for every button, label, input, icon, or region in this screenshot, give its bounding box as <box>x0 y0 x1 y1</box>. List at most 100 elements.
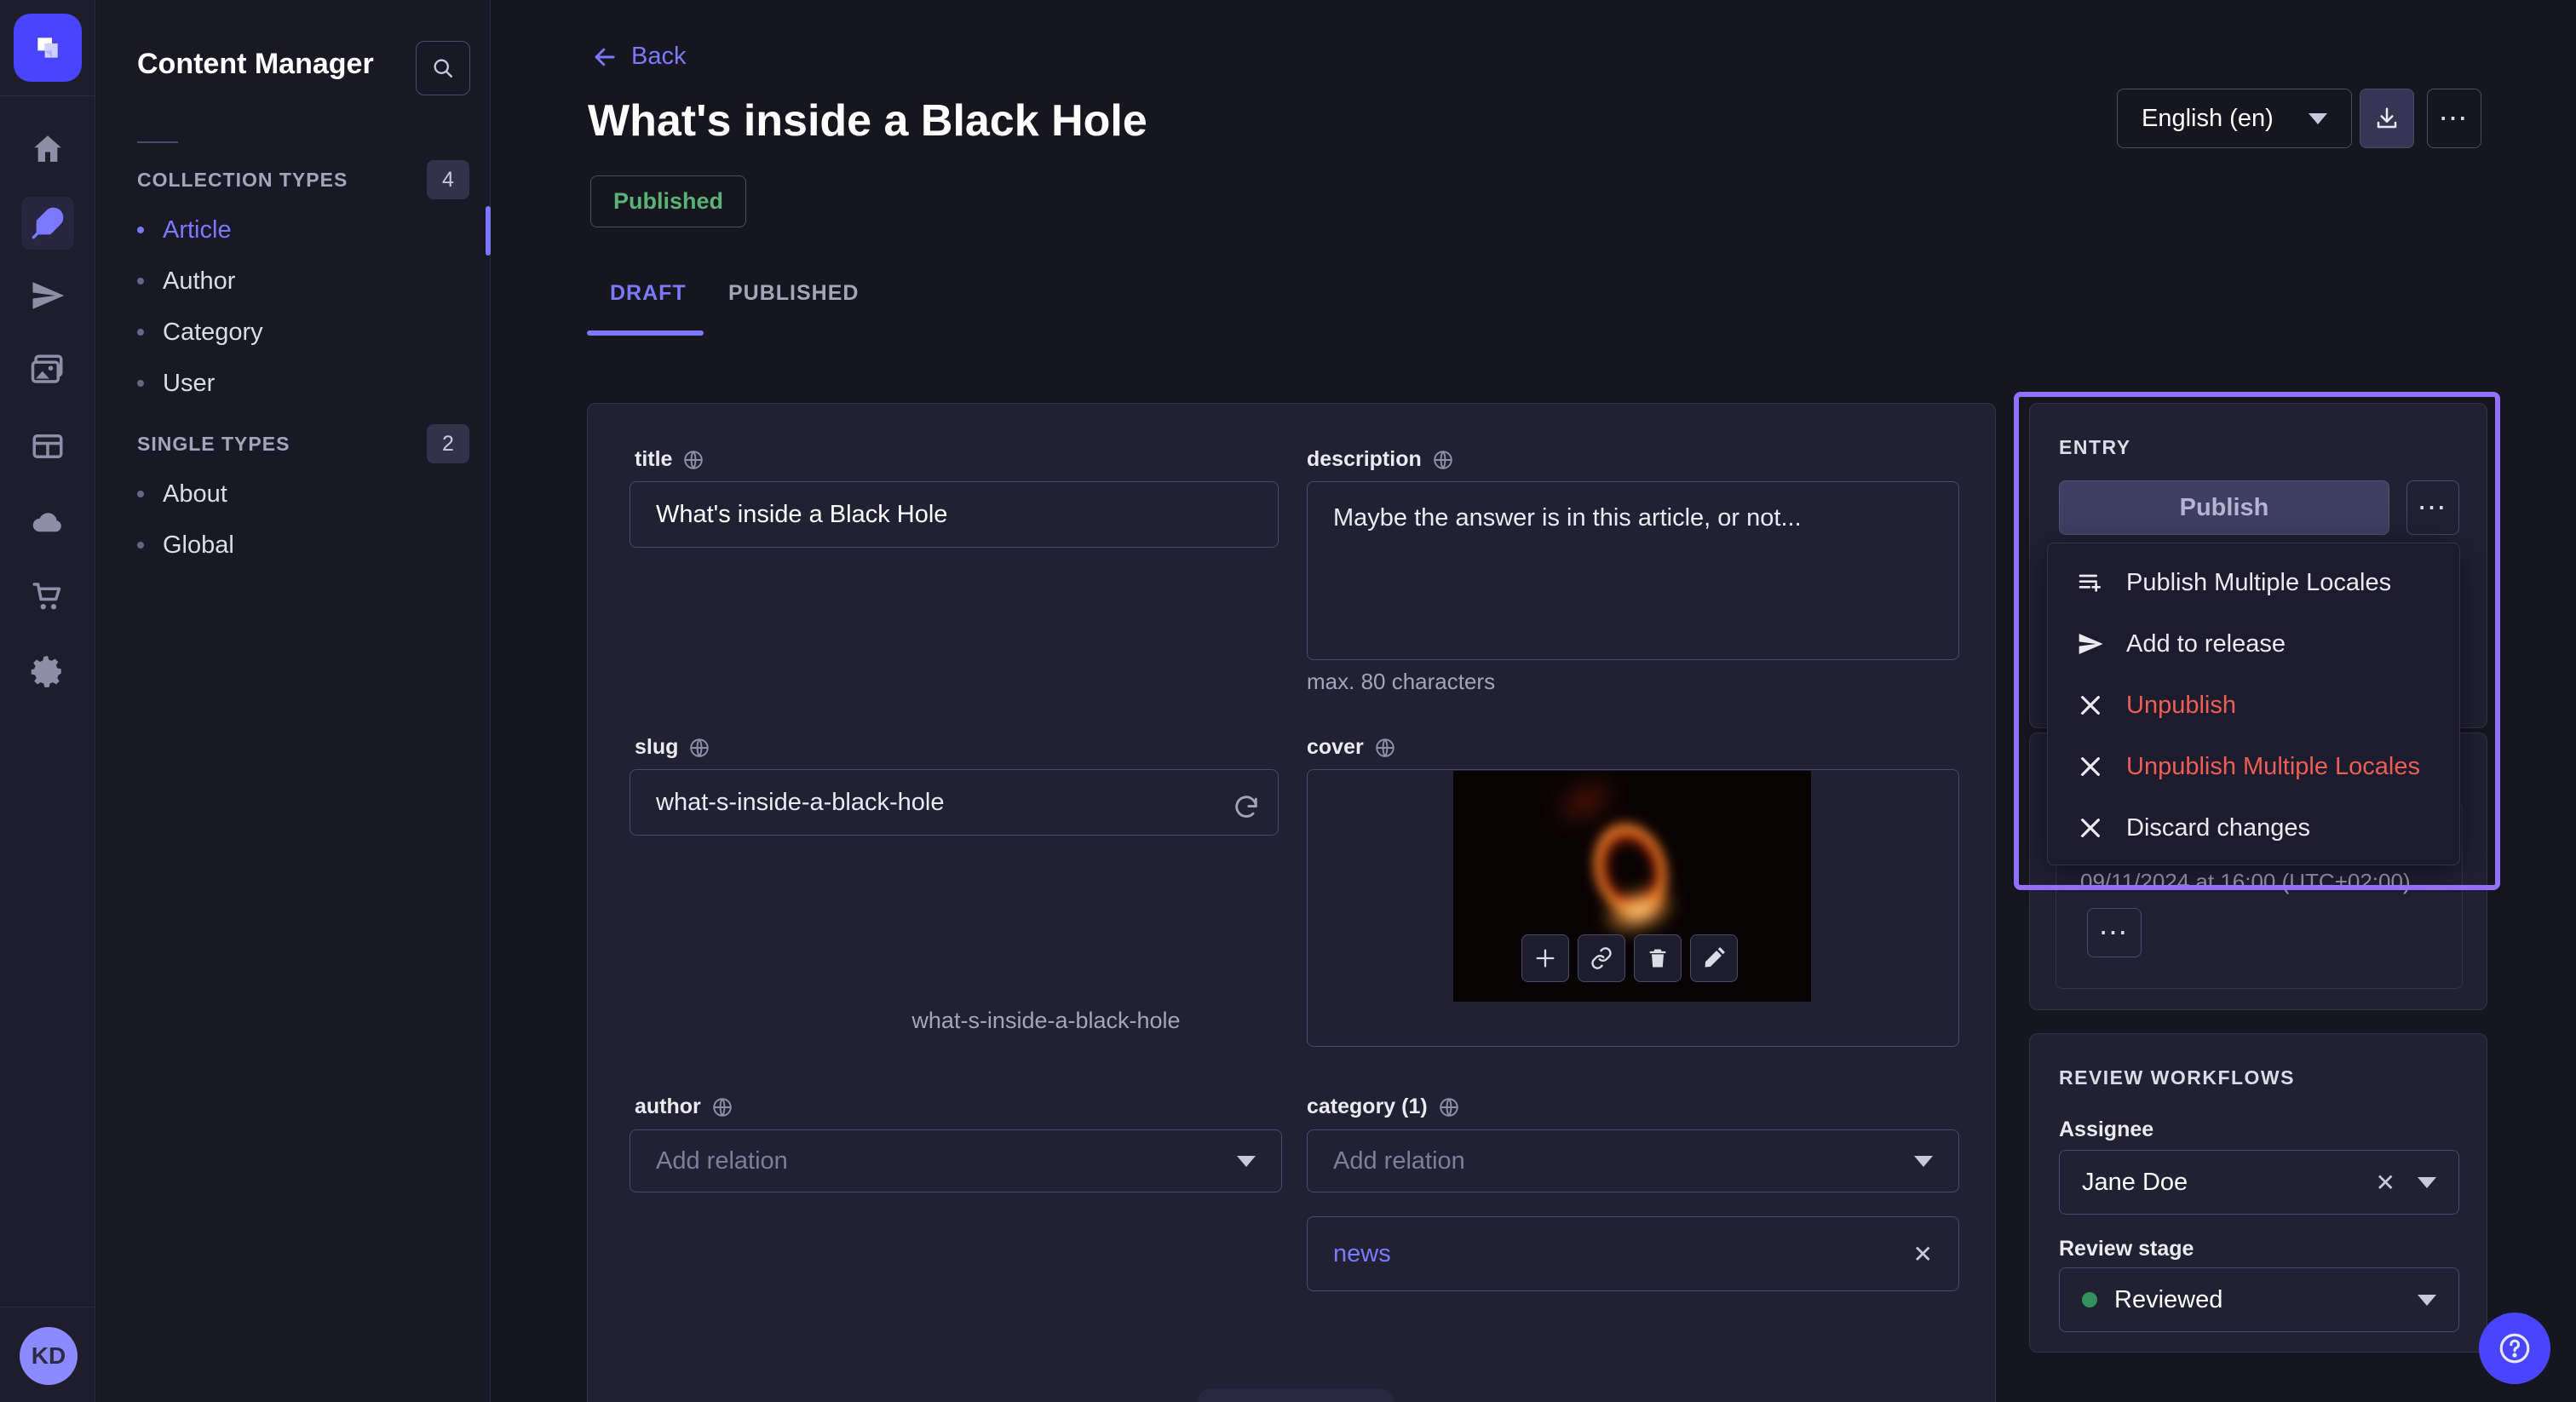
globe-icon <box>711 1096 733 1118</box>
chevron-down-icon <box>1914 1156 1933 1167</box>
publish-options-menu: Publish Multiple Locales Add to release … <box>2047 543 2460 865</box>
author-relation-select[interactable]: Add relation <box>630 1129 1282 1192</box>
review-stage-label: Review stage <box>2059 1237 2194 1261</box>
review-workflows-panel: REVIEW WORKFLOWS Assignee Jane Doe ✕ Rev… <box>2029 1033 2487 1353</box>
label-text: cover <box>1307 735 1364 760</box>
assignee-label: Assignee <box>2059 1118 2153 1142</box>
scheduled-more-button[interactable]: ⋯ <box>2087 908 2142 957</box>
regenerate-slug-icon[interactable] <box>1222 784 1270 831</box>
review-stage-combobox[interactable]: Reviewed <box>2059 1267 2459 1332</box>
menu-item-label: Unpublish <box>2126 692 2236 720</box>
sidebar-item-label: Author <box>163 267 235 296</box>
collection-types-count-badge: 4 <box>427 160 469 199</box>
subnav-title: Content Manager <box>137 48 374 81</box>
entry-more-button[interactable]: ⋯ <box>2406 480 2459 535</box>
assignee-combobox[interactable]: Jane Doe ✕ <box>2059 1150 2459 1215</box>
trash-icon <box>1646 946 1670 970</box>
sidebar-item-article[interactable]: Article <box>137 206 461 254</box>
link-icon <box>1590 946 1613 970</box>
label-text: slug <box>635 735 678 760</box>
home-icon[interactable] <box>0 122 95 176</box>
bullet-icon <box>137 227 144 233</box>
menu-item-unpublish-multiple-locales[interactable]: Unpublish Multiple Locales <box>2048 736 2461 797</box>
sidebar-item-label: User <box>163 370 215 398</box>
category-relation-item: news ✕ <box>1307 1216 1959 1291</box>
subnav-divider <box>137 141 178 143</box>
relation-link-news[interactable]: news <box>1333 1240 1391 1268</box>
add-asset-button[interactable] <box>1521 934 1569 982</box>
page-title: What's inside a Black Hole <box>588 95 1147 147</box>
title-input[interactable] <box>630 481 1279 548</box>
arrow-left-icon <box>592 44 618 70</box>
content-manager-feather-icon[interactable] <box>21 197 74 250</box>
locale-select[interactable]: English (en) <box>2117 89 2352 148</box>
section-single-types-label: SINGLE TYPES <box>137 433 290 456</box>
x-icon <box>2077 692 2104 719</box>
content-type-builder-icon[interactable] <box>0 419 95 474</box>
sidebar-item-category[interactable]: Category <box>137 308 461 356</box>
label-text: author <box>635 1095 701 1119</box>
sidebar-item-about[interactable]: About <box>137 470 461 518</box>
menu-item-unpublish[interactable]: Unpublish <box>2048 675 2461 736</box>
globe-icon <box>1374 737 1396 759</box>
category-relation-select[interactable]: Add relation <box>1307 1129 1959 1192</box>
relation-placeholder: Add relation <box>1333 1147 1465 1175</box>
edit-asset-button[interactable] <box>1690 934 1738 982</box>
label-text: title <box>635 447 672 472</box>
menu-item-publish-multiple-locales[interactable]: Publish Multiple Locales <box>2048 552 2461 613</box>
search-button[interactable] <box>416 41 470 95</box>
bullet-icon <box>137 380 144 387</box>
media-library-icon[interactable] <box>0 342 95 397</box>
strapi-content-manager-screen: KD Content Manager COLLECTION TYPES 4 Ar… <box>0 0 2576 1402</box>
chevron-down-icon <box>2418 1177 2436 1188</box>
remove-relation-icon[interactable]: ✕ <box>1913 1240 1933 1268</box>
author-field-label: author <box>635 1095 733 1119</box>
chevron-down-icon <box>2309 113 2327 124</box>
menu-item-add-to-release[interactable]: Add to release <box>2048 613 2461 675</box>
back-label: Back <box>631 43 686 71</box>
content-manager-subnav: Content Manager COLLECTION TYPES 4 Artic… <box>96 0 491 1402</box>
marketplace-cart-icon[interactable] <box>0 569 95 623</box>
sidebar-item-user[interactable]: User <box>137 359 461 407</box>
clear-assignee-icon[interactable]: ✕ <box>2376 1169 2395 1197</box>
sidebar-item-author[interactable]: Author <box>137 257 461 305</box>
copy-link-button[interactable] <box>1578 934 1625 982</box>
single-types-count-badge: 2 <box>427 424 469 463</box>
help-button[interactable] <box>2479 1313 2550 1384</box>
sidebar-item-global[interactable]: Global <box>137 521 461 569</box>
strapi-logo[interactable] <box>14 14 82 82</box>
download-button[interactable] <box>2360 89 2414 148</box>
user-avatar[interactable]: KD <box>20 1327 78 1385</box>
releases-paper-plane-icon[interactable] <box>0 268 95 323</box>
chevron-down-icon <box>2418 1295 2436 1306</box>
slug-input[interactable] <box>630 769 1279 836</box>
relation-placeholder: Add relation <box>656 1147 788 1175</box>
collapsed-component-peek <box>1197 1388 1394 1402</box>
label-text: description <box>1307 447 1422 472</box>
publish-button[interactable]: Publish <box>2059 480 2389 535</box>
question-mark-icon <box>2497 1330 2533 1366</box>
cover-field-label: cover <box>1307 735 1396 760</box>
back-link[interactable]: Back <box>592 43 686 71</box>
scheduled-date-text: 09/11/2024 at 16:00 (UTC+02:00) <box>2080 869 2411 895</box>
review-workflows-heading: REVIEW WORKFLOWS <box>2059 1066 2295 1089</box>
cloud-icon[interactable] <box>0 494 95 549</box>
category-field-label: category (1) <box>1307 1095 1460 1119</box>
assignee-value: Jane Doe <box>2082 1169 2376 1197</box>
tab-draft[interactable]: DRAFT <box>610 281 687 306</box>
tab-published[interactable]: PUBLISHED <box>728 281 859 306</box>
header-more-button[interactable]: ⋯ <box>2427 89 2481 148</box>
globe-icon <box>1438 1096 1460 1118</box>
bullet-icon <box>137 278 144 284</box>
menu-item-label: Unpublish Multiple Locales <box>2126 753 2420 781</box>
section-collection-types-label: COLLECTION TYPES <box>137 169 348 192</box>
stage-status-dot <box>2082 1292 2097 1307</box>
settings-gear-icon[interactable] <box>0 644 95 698</box>
description-hint: max. 80 characters <box>1307 669 1495 695</box>
description-textarea[interactable]: Maybe the answer is in this article, or … <box>1307 481 1959 660</box>
locale-value: English (en) <box>2142 105 2274 133</box>
menu-item-discard-changes[interactable]: Discard changes <box>2048 797 2461 859</box>
delete-asset-button[interactable] <box>1634 934 1682 982</box>
active-item-indicator <box>486 206 491 256</box>
cover-filename-caption: what-s-inside-a-black-hole <box>720 1008 1372 1034</box>
